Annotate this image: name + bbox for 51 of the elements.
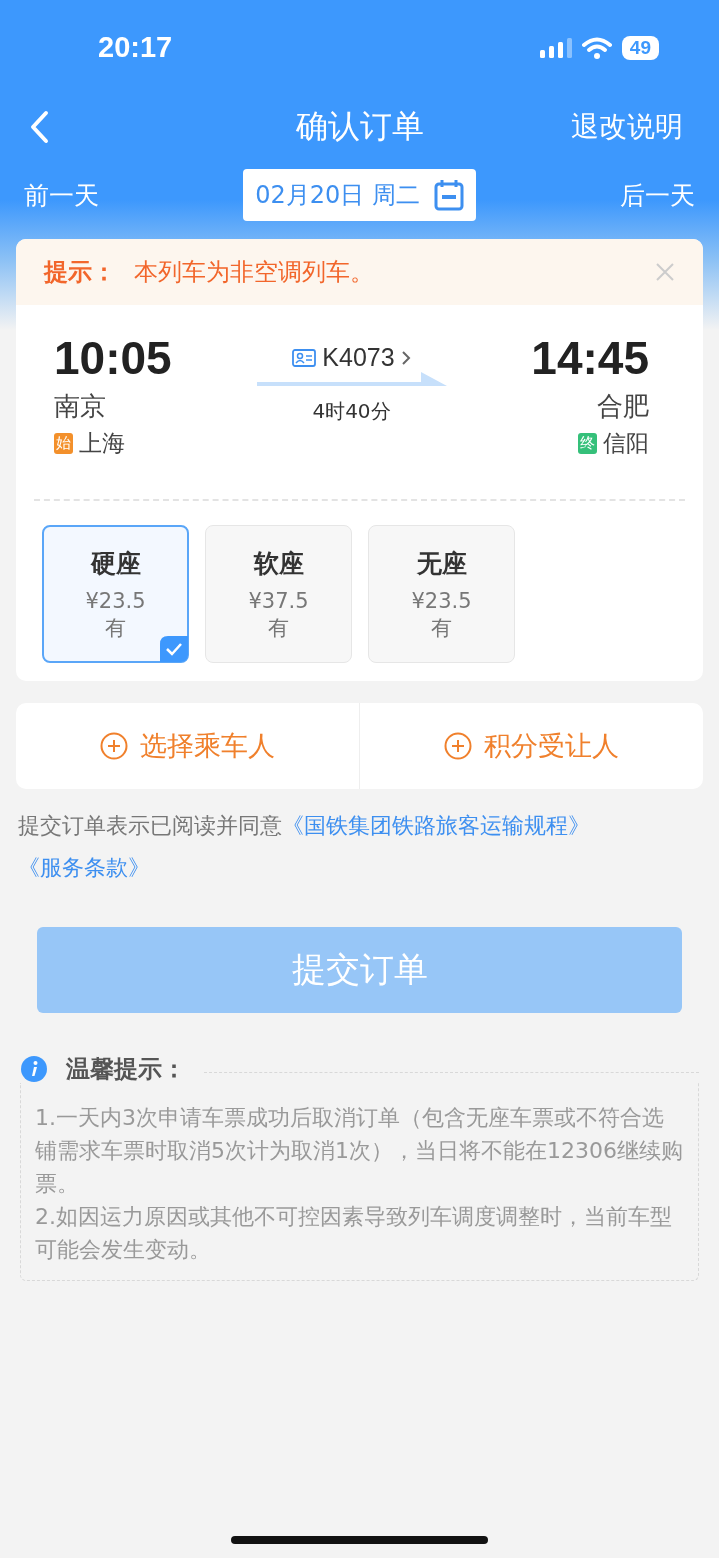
- close-icon[interactable]: [655, 262, 675, 282]
- seat-price: ¥37.5: [248, 588, 309, 615]
- seat-type: 硬座: [90, 548, 141, 581]
- signal-icon: [539, 37, 572, 58]
- departure-time: 10:05: [54, 331, 172, 385]
- terms-link[interactable]: 《服务条款》: [18, 855, 150, 880]
- checkmark-icon: [160, 636, 188, 662]
- seat-price: ¥23.5: [411, 588, 472, 615]
- origin-badge: 始: [54, 433, 73, 454]
- wifi-icon: [581, 36, 612, 59]
- travel-duration: 4时40分: [312, 398, 391, 425]
- arrival-time: 14:45: [531, 331, 649, 385]
- notice-label: 提示：: [44, 257, 116, 288]
- seat-type: 软座: [253, 548, 304, 581]
- back-icon[interactable]: [28, 110, 50, 144]
- seat-type: 无座: [416, 548, 467, 581]
- terminal-badge: 终: [578, 433, 597, 454]
- tip-text: 1.一天内3次申请车票成功后取消订单（包含无座车票或不符合选铺需求车票时取消5次计为取消1次），当日将不能在12306继续购票。: [35, 1104, 684, 1198]
- terms-link[interactable]: 《国铁集团铁路旅客运输规程》: [282, 813, 590, 838]
- seat-availability: 有: [431, 614, 452, 641]
- origin-station: 上海: [79, 429, 125, 458]
- plus-circle-icon: [444, 732, 472, 760]
- refund-rules-link[interactable]: 退改说明: [571, 108, 683, 146]
- seat-availability: 有: [268, 614, 289, 641]
- page-title: 确认订单: [295, 107, 424, 145]
- departure-station: 南京: [54, 390, 107, 423]
- seat-availability: 有: [105, 614, 126, 641]
- seat-option[interactable]: 硬座 ¥23.5 有: [42, 525, 189, 663]
- tip-text: 2.如因运力原因或其他不可控因素导致列车调度调整时，当前车型可能会发生变动。: [35, 1203, 673, 1264]
- info-icon: [20, 1055, 48, 1083]
- add-person-button[interactable]: 积分受让人: [359, 703, 703, 789]
- seat-option[interactable]: 无座 ¥23.5 有: [368, 525, 515, 663]
- battery-icon: 49: [621, 35, 659, 60]
- calendar-icon: [433, 179, 464, 211]
- tips-title: 温馨提示：: [66, 1054, 186, 1085]
- previous-day-link[interactable]: 前一天: [24, 178, 99, 212]
- seat-price: ¥23.5: [85, 588, 146, 615]
- agreement-text: 提交订单表示已阅读并同意: [18, 813, 282, 838]
- date-picker[interactable]: 02月20日 周二: [243, 169, 476, 221]
- next-day-link[interactable]: 后一天: [620, 178, 695, 212]
- train-number-link[interactable]: K4073: [292, 343, 411, 372]
- seat-option[interactable]: 软座 ¥37.5 有: [205, 525, 352, 663]
- status-time: 20:17: [98, 31, 173, 64]
- notice-text: 本列车为非空调列车。: [134, 257, 374, 288]
- chevron-icon: [400, 349, 411, 366]
- arrow-icon: [256, 372, 447, 388]
- plus-circle-icon: [100, 732, 128, 760]
- add-person-button[interactable]: 选择乘车人: [16, 703, 359, 789]
- terminal-station: 信阳: [603, 429, 649, 458]
- arrival-station: 合肥: [597, 390, 649, 423]
- id-card-icon: [292, 348, 317, 367]
